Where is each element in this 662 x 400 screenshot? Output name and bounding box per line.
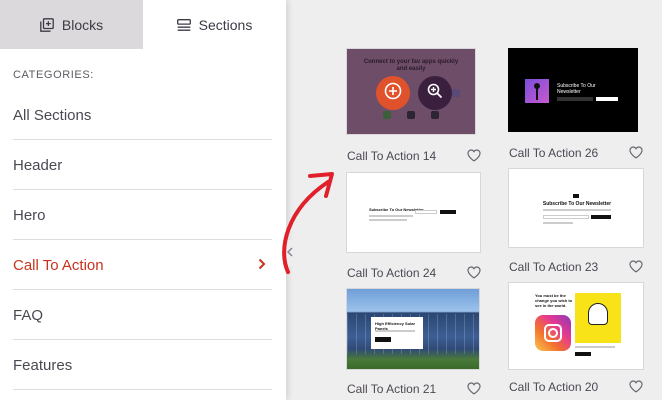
category-label: FAQ [13, 307, 44, 324]
tab-sections[interactable]: Sections [143, 0, 286, 49]
category-hero[interactable]: Hero [13, 190, 272, 240]
thumb-button [591, 215, 611, 219]
category-label: Features [13, 357, 73, 374]
category-faq[interactable]: FAQ [13, 290, 272, 340]
chevron-right-icon [258, 257, 266, 274]
sidebar-panel: Blocks Sections CATEGORIES: All Sections… [0, 0, 286, 400]
thumb-title: You must be the change you wish to see i… [535, 293, 573, 308]
category-features[interactable]: Features [13, 340, 272, 390]
thumb-title: Connect to your fav apps quickly and eas… [363, 59, 459, 72]
thumb-text [543, 222, 573, 224]
annotation-arrow [282, 172, 334, 274]
category-label: All Sections [13, 107, 92, 124]
category-header[interactable]: Header [13, 140, 272, 190]
category-label: Header [13, 157, 63, 174]
section-thumbnail: You must be the change you wish to see i… [508, 282, 644, 370]
thumb-text [369, 215, 413, 217]
thumb-image-instagram [535, 315, 571, 351]
section-card-cta-26[interactable]: Subscribe To Our Newsletter Call To Acti… [508, 48, 644, 164]
section-card-cta-14[interactable]: Connect to your fav apps quickly and eas… [346, 48, 482, 164]
thumb-input [543, 215, 589, 219]
add-section-button[interactable] [376, 76, 410, 110]
blocks-icon [40, 17, 54, 32]
section-label: Call To Action 20 [509, 380, 599, 394]
zoom-icon [427, 83, 443, 104]
favorite-heart-icon[interactable] [467, 266, 481, 284]
favorite-heart-icon[interactable] [629, 260, 643, 278]
favorite-heart-icon[interactable] [629, 146, 643, 164]
tab-blocks[interactable]: Blocks [0, 0, 143, 49]
add-icon [384, 82, 402, 105]
thumb-button [596, 97, 618, 101]
favorite-heart-icon[interactable] [467, 149, 481, 167]
section-label: Call To Action 23 [509, 260, 599, 274]
thumb-app-icon [407, 111, 415, 119]
section-label: Call To Action 14 [347, 149, 437, 163]
sections-icon [176, 18, 191, 31]
thumb-app-icon [383, 111, 391, 119]
thumb-button [440, 210, 456, 214]
category-call-to-action[interactable]: Call To Action [13, 240, 272, 290]
thumb-title: Subscribe To Our Newsletter [557, 83, 596, 95]
tab-blocks-label: Blocks [61, 16, 104, 33]
thumb-text [575, 346, 615, 348]
thumb-image [525, 79, 549, 103]
thumb-button [575, 352, 591, 356]
thumb-card: High Efficiency Solar Panels [371, 317, 423, 349]
thumb-text [369, 219, 407, 221]
categories-heading: CATEGORIES: [13, 69, 94, 81]
favorite-heart-icon[interactable] [467, 382, 481, 400]
category-list: All Sections Header Hero Call To Action … [13, 90, 272, 390]
thumb-app-icon [452, 89, 460, 97]
category-all-sections[interactable]: All Sections [13, 90, 272, 140]
section-card-cta-23[interactable]: Subscribe To Our Newsletter Call To Acti… [508, 168, 644, 278]
section-thumbnail: Subscribe To Our Newsletter [508, 48, 638, 132]
category-label: Call To Action [13, 257, 104, 274]
thumb-logo [573, 194, 579, 198]
section-card-cta-24[interactable]: Subscribe To Our Newsletter Call To Acti… [346, 172, 482, 282]
tab-sections-label: Sections [198, 16, 253, 33]
section-thumbnail: Subscribe To Our Newsletter [508, 168, 644, 248]
thumb-input [415, 210, 437, 214]
thumb-image-snapchat [575, 293, 621, 343]
section-thumbnail: High Efficiency Solar Panels [346, 288, 480, 370]
sidebar-tabs: Blocks Sections [0, 0, 286, 49]
section-thumbnail: Connect to your fav apps quickly and eas… [346, 48, 476, 135]
thumb-input [557, 97, 593, 101]
favorite-heart-icon[interactable] [629, 380, 643, 398]
section-card-cta-20[interactable]: You must be the change you wish to see i… [508, 282, 644, 400]
category-label: Hero [13, 207, 46, 224]
section-label: Call To Action 26 [509, 146, 599, 160]
section-thumbnail: Subscribe To Our Newsletter [346, 172, 481, 253]
thumb-text [543, 209, 611, 211]
section-label: Call To Action 24 [347, 266, 437, 280]
preview-section-button[interactable] [418, 76, 452, 110]
section-label: Call To Action 21 [347, 382, 437, 396]
thumb-app-icon [431, 111, 439, 119]
thumb-title: Subscribe To Our Newsletter [542, 201, 612, 207]
section-card-cta-21[interactable]: High Efficiency Solar Panels Call To Act… [346, 288, 482, 400]
